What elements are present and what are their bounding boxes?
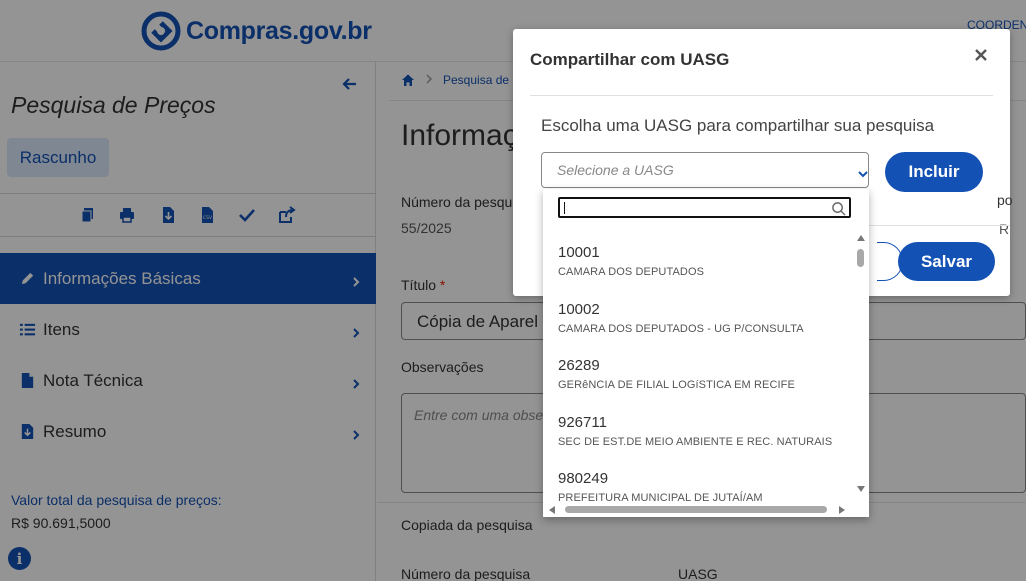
scroll-up-icon[interactable]: [857, 235, 865, 241]
scrollbar-thumb[interactable]: [565, 506, 827, 513]
dropdown-option[interactable]: 26289 GERêNCIA DE FILIAL LOGíSTICA EM RE…: [558, 357, 848, 391]
scroll-right-icon[interactable]: [839, 506, 845, 514]
option-code: 10001: [558, 244, 600, 261]
chevron-down-icon: [857, 166, 869, 178]
option-name: SEC DE EST.DE MEIO AMBIENTE E REC. NATUR…: [558, 436, 833, 448]
include-button[interactable]: Incluir: [885, 152, 983, 192]
divider: [869, 225, 1010, 226]
dropdown-options-list: 10001 CAMARA DOS DEPUTADOS 10002 CAMARA …: [543, 227, 853, 502]
option-code: 980249: [558, 470, 609, 487]
horizontal-scrollbar[interactable]: [543, 502, 853, 517]
search-icon: [831, 201, 847, 217]
field-value-partial: R: [999, 221, 1010, 237]
dropdown-option[interactable]: 926711 SEC DE EST.DE MEIO AMBIENTE E REC…: [558, 414, 848, 448]
option-name: GERêNCIA DE FILIAL LOGíSTICA EM RECIFE: [558, 379, 795, 391]
divider: [530, 95, 993, 96]
dropdown-search-input[interactable]: [558, 197, 851, 218]
option-name: CAMARA DOS DEPUTADOS - UG P/CONSULTA: [558, 323, 804, 335]
close-icon[interactable]: [974, 48, 988, 62]
scroll-left-icon[interactable]: [549, 506, 555, 514]
option-name: PREFEITURA MUNICIPAL DE JUTAÍ/AM: [558, 492, 763, 502]
uasg-select[interactable]: Selecione a UASG: [541, 152, 869, 188]
modal-subtitle: Escolha uma UASG para compartilhar sua p…: [541, 116, 935, 135]
dropdown-option[interactable]: 10002 CAMARA DOS DEPUTADOS - UG P/CONSUL…: [558, 301, 848, 335]
scroll-down-icon[interactable]: [857, 486, 865, 492]
scrollbar-thumb[interactable]: [857, 249, 864, 267]
option-code: 926711: [558, 414, 607, 431]
modal-title: Compartilhar com UASG: [530, 50, 730, 69]
option-name: CAMARA DOS DEPUTADOS: [558, 266, 705, 278]
option-code: 26289: [558, 357, 600, 374]
vertical-scrollbar[interactable]: [853, 227, 869, 500]
dropdown-option[interactable]: 10001 CAMARA DOS DEPUTADOS: [558, 244, 848, 278]
uasg-dropdown-panel: 10001 CAMARA DOS DEPUTADOS 10002 CAMARA …: [543, 189, 869, 517]
option-code: 10002: [558, 301, 600, 318]
save-button[interactable]: Salvar: [898, 242, 995, 281]
dropdown-option[interactable]: 980249 PREFEITURA MUNICIPAL DE JUTAÍ/AM: [558, 470, 848, 502]
select-placeholder: Selecione a UASG: [557, 162, 674, 178]
text-caret: [564, 202, 565, 214]
field-label-partial: po: [997, 192, 1013, 208]
